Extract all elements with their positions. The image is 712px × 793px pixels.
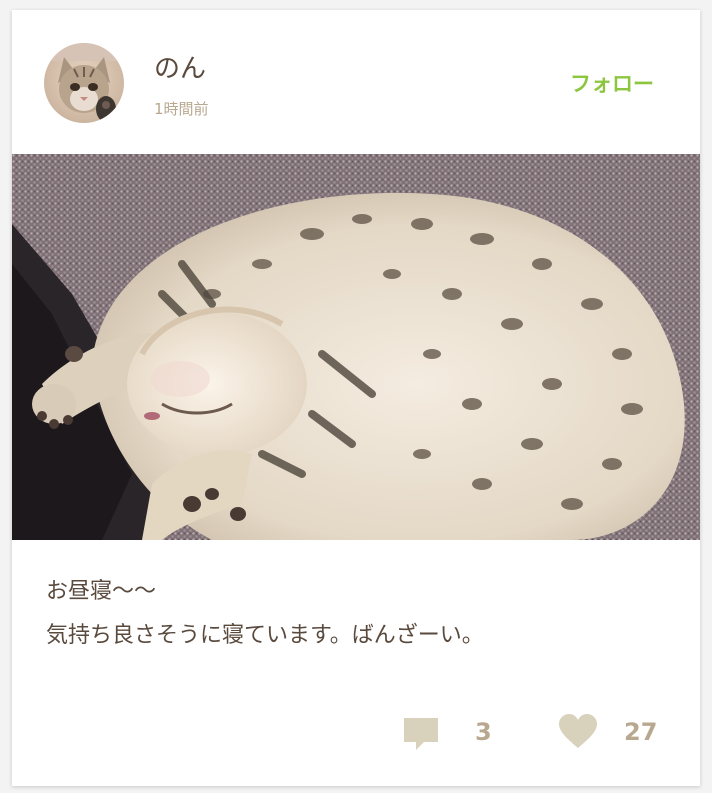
avatar[interactable] <box>44 43 124 123</box>
comment-count[interactable]: 3 <box>475 718 492 746</box>
post-photo[interactable] <box>12 154 700 540</box>
caption-line-1: お昼寝〜〜 <box>46 579 157 604</box>
avatar-image <box>44 43 124 123</box>
post-timestamp: 1時間前 <box>154 100 209 118</box>
post-actions: 3 27 <box>12 700 700 770</box>
post-header: のん 1時間前 フォロー <box>12 10 700 154</box>
caption-line-2: 気持ち良さそうに寝ています。ばんざーい。 <box>46 623 484 648</box>
author-name[interactable]: のん <box>154 48 206 85</box>
like-count[interactable]: 27 <box>624 718 657 746</box>
comment-bubble-icon[interactable] <box>402 714 442 754</box>
post-card: のん 1時間前 フォロー お昼寝〜〜 気持ち良さそうに寝ています。ばんざーい。 … <box>12 10 700 786</box>
sleeping-cat-photo <box>12 154 700 540</box>
post-caption: お昼寝〜〜 気持ち良さそうに寝ています。ばんざーい。 <box>46 570 666 658</box>
follow-button[interactable]: フォロー <box>570 68 654 98</box>
heart-icon[interactable] <box>558 714 598 750</box>
